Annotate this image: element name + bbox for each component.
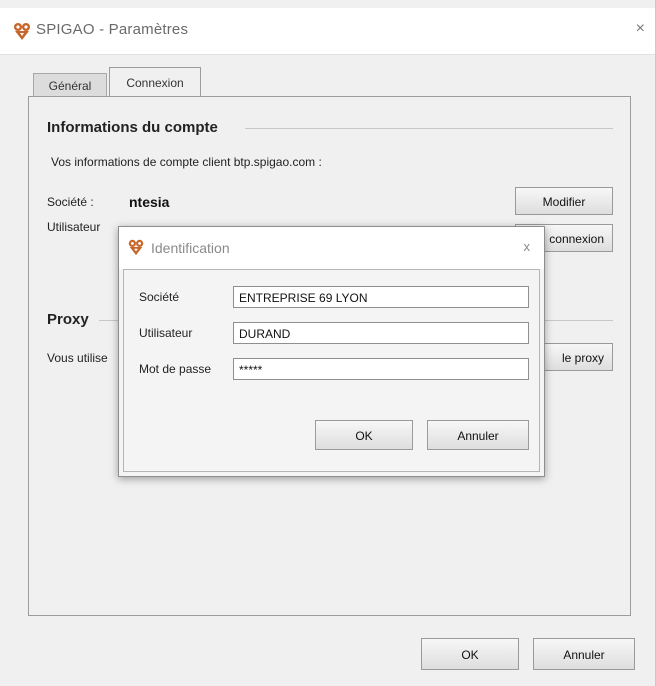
identification-dialog: Identification x Société ENTREPRISE 69 L… [118, 226, 545, 477]
modify-button[interactable]: Modifier [515, 187, 613, 215]
utilisateur-input[interactable]: DURAND [233, 322, 529, 344]
dialog-titlebar: Identification x [119, 227, 544, 269]
dialog-societe-label: Société [139, 290, 180, 304]
account-description: Vos informations de compte client btp.sp… [51, 155, 322, 169]
dialog-ok-button[interactable]: OK [315, 420, 413, 450]
window-titlebar: SPIGAO - Paramètres × [0, 8, 655, 55]
societe-label: Société : [47, 195, 94, 209]
window-close-icon[interactable]: × [636, 20, 645, 38]
tab-connexion[interactable]: Connexion [109, 67, 201, 98]
dialog-close-icon[interactable]: x [524, 239, 531, 254]
spigao-logo-icon [128, 239, 144, 256]
spigao-logo-icon [14, 23, 30, 40]
cancel-button[interactable]: Annuler [533, 638, 635, 670]
dialog-cancel-button[interactable]: Annuler [427, 420, 529, 450]
account-section-divider [245, 128, 613, 129]
ok-button[interactable]: OK [421, 638, 519, 670]
proxy-section-title: Proxy [47, 311, 89, 328]
account-section-title: Informations du compte [47, 119, 218, 136]
proxy-description: Vous utilise [47, 351, 108, 365]
societe-value: ntesia [129, 194, 170, 210]
societe-input[interactable]: ENTREPRISE 69 LYON [233, 286, 529, 308]
window-title: SPIGAO - Paramètres [36, 21, 189, 38]
utilisateur-label: Utilisateur [47, 220, 101, 234]
dialog-password-label: Mot de passe [139, 362, 212, 376]
dialog-body: Société ENTREPRISE 69 LYON Utilisateur D… [123, 269, 540, 472]
dialog-title: Identification [151, 240, 230, 256]
tab-general[interactable]: Général [33, 73, 107, 98]
dialog-utilisateur-label: Utilisateur [139, 326, 193, 340]
password-input[interactable]: ***** [233, 358, 529, 380]
